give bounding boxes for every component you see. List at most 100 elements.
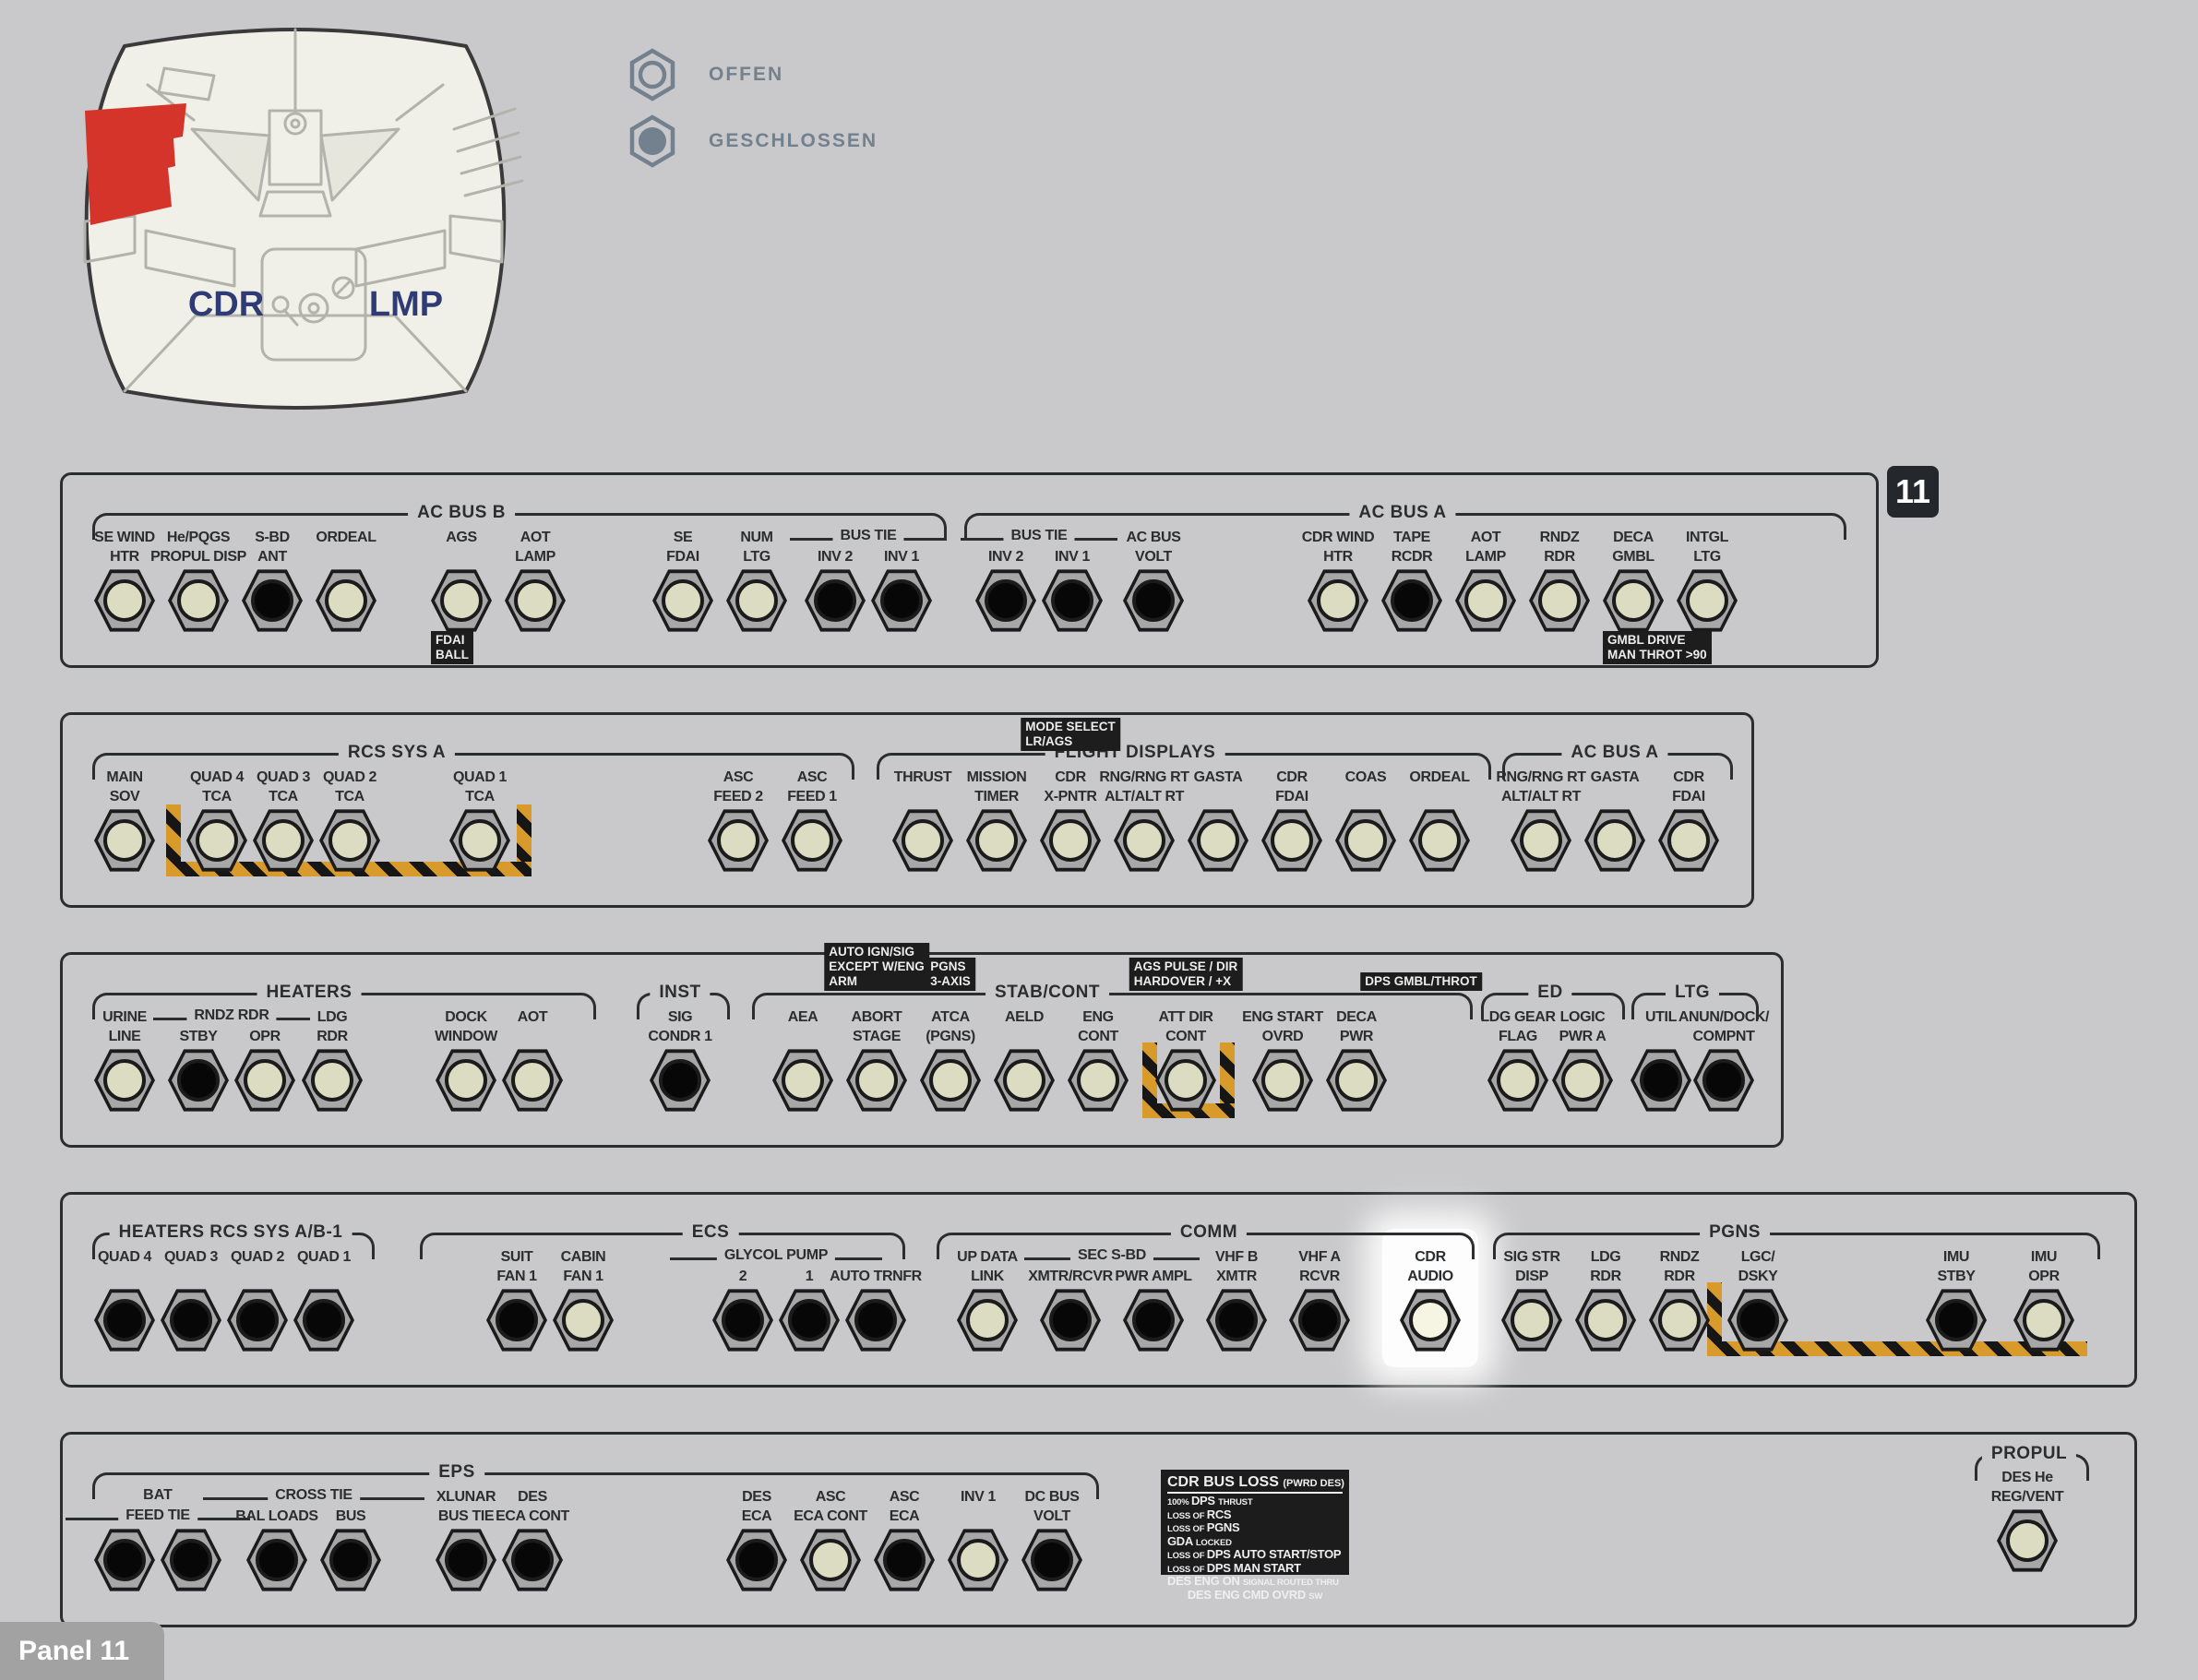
breaker-pwr-ampl-r4-11[interactable] (1123, 1288, 1184, 1352)
breaker-vhf-a-rcvr-r4-13-state-closed (1298, 1299, 1341, 1341)
breaker-gasta-r2-16-hex (1584, 809, 1645, 872)
breaker-num-ltg-r1-7[interactable] (726, 568, 787, 633)
breaker-ldg-rdr-r4-16[interactable] (1575, 1288, 1636, 1352)
breaker-bat-feed-tie-1[interactable] (94, 1528, 155, 1592)
breaker-rndz-rdr-r1-16-hex (1529, 569, 1590, 632)
breaker-ac-bus-volt-r1-12[interactable] (1123, 568, 1184, 633)
breaker-cdr-audio-r4-14[interactable] (1400, 1288, 1461, 1352)
breaker-inv-2-r1-10[interactable] (975, 568, 1036, 633)
breaker-quad-1-r4-3[interactable] (293, 1288, 354, 1352)
breaker-quad-1-tca-r2-4[interactable] (449, 808, 510, 873)
breaker-rndz-rdr-r4-17[interactable] (1649, 1288, 1710, 1352)
breaker-des-eca-r5-6[interactable] (726, 1528, 787, 1592)
breaker-cdr-x-pntr-r2-9[interactable] (1040, 808, 1101, 873)
breaker-xlunar-bus-tie-r5-4[interactable] (436, 1528, 496, 1592)
breaker-inv-2-r1-8[interactable] (805, 568, 866, 633)
breaker-suit-fan-1-r4-4[interactable] (486, 1288, 547, 1352)
breaker-gasta-r2-11[interactable] (1188, 808, 1248, 873)
breaker-asc-feed-1-r2-6[interactable] (782, 808, 842, 873)
breaker-intgl-ltg-r1-18[interactable] (1677, 568, 1738, 633)
breaker-bat-feed-tie-2-hex (161, 1529, 221, 1591)
breaker-ldg-gear-flag-r3-15[interactable] (1487, 1048, 1548, 1113)
breaker-cdr-wind-htr-r1-13[interactable] (1308, 568, 1368, 633)
breaker-lgc-dsky-r4-18[interactable] (1727, 1288, 1788, 1352)
breaker-quad-4-tca-r2-1[interactable] (186, 808, 247, 873)
breaker-opr-r3-2[interactable] (234, 1048, 295, 1113)
breaker-att-dir-cont-r3-12-hex (1155, 1049, 1216, 1112)
breaker-cdr-fdai-r2-17[interactable] (1658, 808, 1719, 873)
breaker-cabin-fan-1-r4-5[interactable] (553, 1288, 614, 1352)
breaker-util-r3-17[interactable] (1631, 1048, 1691, 1113)
group-label-heaters-rcs-sys-a-b-1: HEATERS RCS SYS A/B-1 (109, 1222, 352, 1243)
breaker-inv-1-r5-9[interactable] (948, 1528, 1009, 1592)
breaker-aot-lamp-r1-15[interactable] (1455, 568, 1516, 633)
breaker-inv-1-r1-9[interactable] (871, 568, 932, 633)
breaker-mission-timer-r2-8[interactable] (966, 808, 1027, 873)
breaker-des-eca-r5-6-state-closed (735, 1539, 778, 1581)
breaker-bat-feed-tie-2[interactable] (161, 1528, 221, 1592)
breaker-att-dir-cont-r3-12[interactable] (1155, 1048, 1216, 1113)
breaker-asc-feed-2-r2-5[interactable] (708, 808, 769, 873)
breaker-rndz-rdr-r1-16[interactable] (1529, 568, 1590, 633)
breaker-quad-3-tca-r2-2[interactable] (253, 808, 314, 873)
breaker-rng-rng-rt-alt-alt-rt-r2-15[interactable] (1511, 808, 1571, 873)
breaker-bal-loads-r5-2[interactable] (246, 1528, 307, 1592)
breaker-cdr-fdai-r2-12[interactable] (1261, 808, 1322, 873)
breaker-quad-4-r4-0[interactable] (94, 1288, 155, 1352)
breaker-asc-eca-r5-8[interactable] (874, 1528, 935, 1592)
breaker-asc-eca-cont-r5-7[interactable] (800, 1528, 861, 1592)
breaker-xmtr-rcvr-r4-10[interactable] (1040, 1288, 1101, 1352)
breaker-se-wind-htr-r1-0[interactable] (94, 568, 155, 633)
breaker-sig-condr-1-r3-6[interactable] (650, 1048, 711, 1113)
breaker-auto-trnfr-r4-8[interactable] (845, 1288, 906, 1352)
breaker-main-sov-r2-0[interactable] (94, 808, 155, 873)
breaker-vhf-b-xmtr-r4-12[interactable] (1206, 1288, 1267, 1352)
breaker-gasta-r2-16[interactable] (1584, 808, 1645, 873)
breaker-thrust-r2-7[interactable] (892, 808, 953, 873)
breaker-cdr-fdai-r2-17-hex (1658, 809, 1719, 872)
breaker-quad-3-r4-1[interactable] (161, 1288, 221, 1352)
breaker-tape-rcdr-r1-14[interactable] (1381, 568, 1442, 633)
breaker-stby-r3-1[interactable] (168, 1048, 229, 1113)
breaker-1-r4-7[interactable] (779, 1288, 840, 1352)
breaker-s-bd-ant-r1-2[interactable] (242, 568, 303, 633)
breaker-imu-opr-r4-20[interactable] (2013, 1288, 2074, 1352)
breaker-dock-window-r3-4[interactable] (436, 1048, 496, 1113)
breaker-eng-cont-r3-11[interactable] (1068, 1048, 1129, 1113)
breaker-aot-r3-5[interactable] (502, 1048, 563, 1113)
breaker-deca-gmbl-r1-17[interactable] (1603, 568, 1664, 633)
breaker-vhf-a-rcvr-r4-13[interactable] (1289, 1288, 1350, 1352)
breaker-ldg-rdr-r3-3[interactable] (302, 1048, 363, 1113)
breaker-2-r4-6[interactable] (712, 1288, 773, 1352)
breaker-asc-feed-1-r2-6-state-open (791, 819, 833, 862)
breaker-ags-r1-4[interactable] (431, 568, 492, 633)
breaker-abort-stage-r3-8[interactable] (846, 1048, 907, 1113)
breaker-atca-pgns-r3-9[interactable] (920, 1048, 981, 1113)
breaker-aeld-r3-10[interactable] (994, 1048, 1055, 1113)
breaker-eng-start-ovrd-r3-13[interactable] (1252, 1048, 1313, 1113)
breaker-inv-1-r1-11[interactable] (1042, 568, 1103, 633)
breaker-lgc-dsky-r4-18-label: LGC/DSKY (1738, 1249, 1778, 1284)
breaker-rng-rng-rt-alt-alt-rt-r2-10[interactable] (1114, 808, 1175, 873)
breaker-quad-2-tca-r2-3[interactable] (319, 808, 380, 873)
breaker-se-fdai-r1-6[interactable] (652, 568, 713, 633)
breaker-sig-str-disp-r4-15[interactable] (1501, 1288, 1562, 1352)
breaker-deca-pwr-r3-14[interactable] (1326, 1048, 1387, 1113)
breaker-dc-bus-volt-r5-10[interactable] (1021, 1528, 1082, 1592)
breaker-aea-r3-7[interactable] (772, 1048, 833, 1113)
breaker-urine-line-r3-0[interactable] (94, 1048, 155, 1113)
breaker-ordeal-r2-14[interactable] (1409, 808, 1470, 873)
breaker-logic-pwr-a-r3-16[interactable] (1552, 1048, 1613, 1113)
breaker-ordeal-r1-3[interactable] (316, 568, 376, 633)
breaker-imu-stby-r4-19[interactable] (1926, 1288, 1987, 1352)
breaker-he-pqgs-propul-disp-r1-1-state-open (177, 579, 220, 622)
breaker-coas-r2-13[interactable] (1335, 808, 1396, 873)
breaker-bus-r5-3[interactable] (320, 1528, 381, 1592)
breaker-quad-2-r4-2[interactable] (227, 1288, 288, 1352)
breaker-des-he-reg-vent-r5-11[interactable] (1997, 1508, 2058, 1573)
breaker-he-pqgs-propul-disp-r1-1[interactable] (168, 568, 229, 633)
breaker-aot-lamp-r1-5[interactable] (505, 568, 566, 633)
breaker-des-eca-cont-r5-5[interactable] (502, 1528, 563, 1592)
breaker-up-data-link-r4-9[interactable] (957, 1288, 1018, 1352)
breaker-anun-dock-compnt-r3-18[interactable] (1693, 1048, 1754, 1113)
